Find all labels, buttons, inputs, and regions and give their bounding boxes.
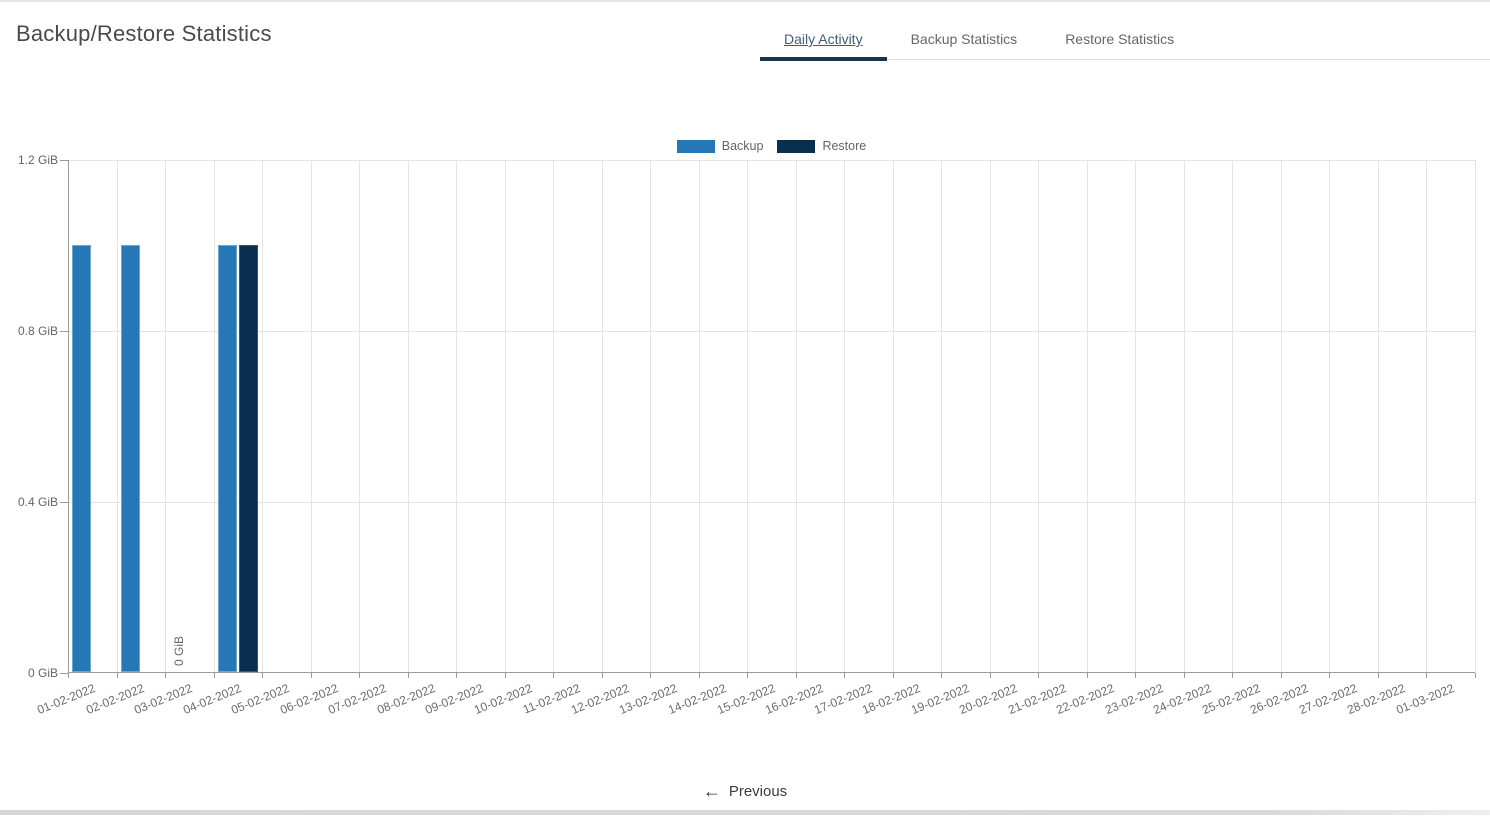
grid-line-horizontal bbox=[68, 160, 1475, 161]
x-axis-line bbox=[68, 672, 1475, 673]
grid-line-vertical bbox=[892, 160, 894, 673]
restore-color-swatch bbox=[777, 139, 816, 153]
tab-backup-statistics[interactable]: Backup Statistics bbox=[887, 19, 1042, 59]
grid-line-vertical bbox=[504, 160, 506, 673]
x-axis-tick bbox=[68, 673, 69, 678]
grid-line-vertical bbox=[116, 160, 118, 673]
grid-line-vertical bbox=[1232, 160, 1234, 673]
grid-line-vertical bbox=[1183, 160, 1185, 673]
x-axis-tick bbox=[892, 673, 894, 678]
bar-backup-04-02-2022[interactable] bbox=[217, 244, 237, 672]
grid-line-vertical bbox=[213, 160, 215, 673]
grid-line-vertical bbox=[359, 160, 361, 673]
x-axis-tick bbox=[650, 673, 652, 678]
x-axis-tick bbox=[213, 673, 215, 678]
bar-restore-04-02-2022[interactable] bbox=[238, 244, 258, 672]
daily-activity-bar-chart: 0 GiB 0.4 GiB 0.8 GiB 1.2 GiB 01-02-2022 02-0… bbox=[18, 154, 1476, 717]
legend-item-backup[interactable]: Backup bbox=[676, 139, 764, 153]
previous-button-label: Previous bbox=[728, 782, 788, 800]
x-axis-tick bbox=[1086, 673, 1088, 678]
x-axis-tick bbox=[601, 673, 603, 678]
tab-daily-activity[interactable]: Daily Activity bbox=[760, 19, 887, 61]
footer-navigation: ← Previous bbox=[0, 779, 1490, 803]
x-axis-tick bbox=[747, 673, 749, 678]
legend-label-restore: Restore bbox=[822, 139, 867, 153]
grid-line-vertical bbox=[698, 160, 700, 673]
grid-line-horizontal bbox=[68, 502, 1475, 503]
page-title: Backup/Restore Statistics bbox=[16, 21, 272, 46]
grid-line-vertical bbox=[795, 160, 797, 673]
y-axis-label: 0 GiB bbox=[27, 666, 58, 680]
x-axis-tick bbox=[407, 673, 409, 678]
x-axis-tick bbox=[1426, 673, 1428, 678]
bottom-divider bbox=[0, 810, 1490, 815]
tab-bar: Daily Activity Backup Statistics Restore… bbox=[760, 19, 1490, 61]
grid-line-vertical bbox=[601, 160, 603, 673]
bar-value-label: 0 GiB bbox=[171, 635, 186, 666]
grid-line-vertical bbox=[1329, 160, 1331, 673]
legend-label-backup: Backup bbox=[721, 139, 764, 153]
grid-line-vertical bbox=[553, 160, 555, 673]
y-axis-label: 0.4 GiB bbox=[17, 495, 58, 509]
y-axis-tick bbox=[60, 160, 68, 161]
previous-button[interactable]: ← Previous bbox=[702, 780, 788, 801]
x-axis-tick bbox=[262, 673, 264, 678]
x-axis-tick bbox=[1329, 673, 1331, 678]
x-axis-tick bbox=[1475, 673, 1476, 678]
x-axis-tick bbox=[1377, 673, 1379, 678]
x-axis-tick bbox=[504, 673, 506, 678]
x-axis-tick bbox=[1038, 673, 1040, 678]
x-axis-tick bbox=[1280, 673, 1282, 678]
grid-line-vertical bbox=[941, 160, 943, 673]
x-axis-tick bbox=[844, 673, 846, 678]
grid-line-vertical bbox=[1086, 160, 1088, 673]
x-axis-tick bbox=[310, 673, 312, 678]
x-axis-tick bbox=[989, 673, 991, 678]
grid-line-vertical bbox=[262, 160, 264, 673]
legend-item-restore[interactable]: Restore bbox=[777, 139, 866, 153]
y-axis-tick bbox=[60, 502, 68, 503]
grid-line-vertical bbox=[1426, 160, 1428, 673]
x-axis-tick bbox=[941, 673, 943, 678]
y-axis-label: 1.2 GiB bbox=[17, 153, 58, 167]
grid-line-vertical bbox=[747, 160, 749, 673]
y-axis-label: 0.8 GiB bbox=[17, 324, 58, 338]
grid-line-vertical bbox=[650, 160, 652, 673]
chart-legend: Backup Restore bbox=[68, 137, 1475, 155]
grid-line-vertical bbox=[1038, 160, 1040, 673]
bar-backup-02-02-2022[interactable] bbox=[120, 244, 140, 672]
grid-line-vertical bbox=[1377, 160, 1379, 673]
y-axis-tick bbox=[60, 673, 68, 674]
grid-line-vertical bbox=[1135, 160, 1137, 673]
x-axis-tick bbox=[698, 673, 700, 678]
x-axis-tick bbox=[553, 673, 555, 678]
x-axis-tick bbox=[116, 673, 118, 678]
grid-line-vertical bbox=[310, 160, 312, 673]
backup-color-swatch bbox=[676, 139, 715, 153]
grid-line-vertical bbox=[407, 160, 409, 673]
y-axis-tick bbox=[60, 331, 68, 332]
grid-line-vertical bbox=[456, 160, 458, 673]
grid-line-vertical bbox=[1475, 160, 1476, 673]
y-axis-line bbox=[68, 160, 69, 673]
tab-restore-statistics[interactable]: Restore Statistics bbox=[1041, 19, 1198, 59]
grid-line-vertical bbox=[165, 160, 167, 673]
grid-line-vertical bbox=[1280, 160, 1282, 673]
x-axis-tick bbox=[359, 673, 361, 678]
grid-line-vertical bbox=[989, 160, 991, 673]
grid-line-vertical bbox=[844, 160, 846, 673]
x-axis-tick bbox=[1135, 673, 1137, 678]
bar-backup-01-02-2022[interactable] bbox=[72, 244, 92, 672]
x-axis-tick bbox=[1232, 673, 1234, 678]
x-axis-tick bbox=[456, 673, 458, 678]
grid-line-horizontal bbox=[68, 331, 1475, 332]
backup-restore-statistics-page: Backup/Restore Statistics Daily Activity… bbox=[0, 0, 1490, 819]
arrow-left-icon: ← bbox=[702, 780, 721, 801]
x-axis-tick bbox=[795, 673, 797, 678]
x-axis-tick bbox=[1183, 673, 1185, 678]
x-axis-tick bbox=[165, 673, 167, 678]
